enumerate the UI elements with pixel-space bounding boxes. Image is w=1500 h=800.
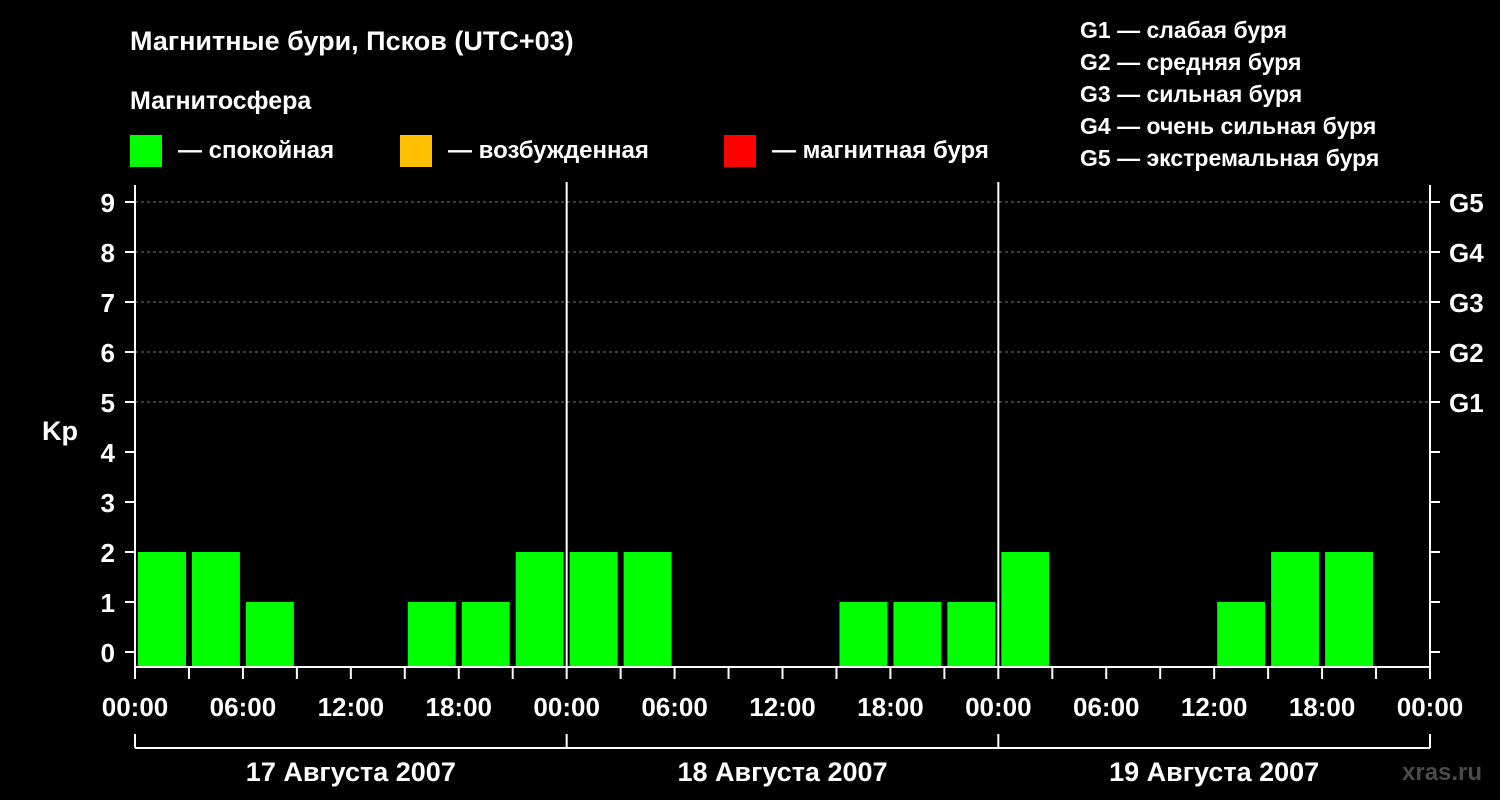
bar-22: [1325, 552, 1374, 667]
x-tick-label-4: 00:00: [533, 692, 600, 722]
bar-9: [623, 552, 672, 667]
x-tick-label-12: 00:00: [1397, 692, 1464, 722]
x-tick-label-3: 18:00: [426, 692, 493, 722]
bar-5: [407, 602, 456, 667]
bar-2: [245, 602, 294, 667]
y-tick-label-7: 7: [101, 288, 115, 318]
bar-20: [1217, 602, 1266, 667]
legend-swatch-quiet: [130, 135, 162, 167]
y-tick-label-2: 2: [101, 538, 115, 568]
bar-14: [893, 602, 942, 667]
x-axis: 00:00 06:00 12:00 18:00 00:00 06:00 12:00 18:00…: [102, 667, 1464, 722]
y-tick-label-3: 3: [101, 488, 115, 518]
chart-title: Магнитные бури, Псков (UTC+03): [130, 26, 574, 56]
storm-legend-g1: G1 — слабая буря: [1080, 17, 1287, 43]
bar-7: [515, 552, 564, 667]
day-labels: 17 Августа 2007 18 Августа 2007 19 Августа…: [134, 734, 1431, 787]
y-tick-label-5: 5: [101, 388, 115, 418]
x-tick-label-0: 00:00: [102, 692, 169, 722]
storm-legend-g2: G2 — средняя буря: [1080, 49, 1301, 75]
plot-frame: [134, 182, 1431, 668]
y-tick-label-6: 6: [101, 338, 115, 368]
y-axis: 0 1 2 3 4 5 6 7 8 9: [101, 188, 135, 668]
y-axis-label: Kp: [42, 416, 78, 446]
x-tick-label-7: 18:00: [857, 692, 924, 722]
right-tick-label-G1: G1: [1449, 388, 1484, 418]
x-tick-label-10: 12:00: [1181, 692, 1248, 722]
bar-16: [1001, 552, 1050, 667]
x-tick-label-1: 06:00: [210, 692, 277, 722]
bar-1: [191, 552, 240, 667]
x-tick-label-6: 12:00: [749, 692, 816, 722]
state-legend: — спокойная — возбужденная — магнитная б…: [130, 135, 989, 167]
bar-6: [461, 602, 510, 667]
y-tick-label-4: 4: [101, 438, 116, 468]
day-label-2: 19 Августа 2007: [1109, 757, 1319, 787]
right-tick-label-G5: G5: [1449, 188, 1484, 218]
y-tick-label-0: 0: [101, 638, 115, 668]
legend-swatch-storm: [724, 135, 756, 167]
right-tick-label-G2: G2: [1449, 338, 1484, 368]
day-label-1: 18 Августа 2007: [677, 757, 887, 787]
storm-legend-g5: G5 — экстремальная буря: [1080, 145, 1379, 171]
storm-level-legend: G1 — слабая буря G2 — средняя буря G3 — …: [1080, 17, 1379, 171]
grid-lines: [135, 201, 1430, 403]
x-tick-label-11: 18:00: [1289, 692, 1356, 722]
y-tick-label-8: 8: [101, 238, 115, 268]
storm-legend-g3: G3 — сильная буря: [1080, 81, 1302, 107]
legend-label-active: — возбужденная: [448, 137, 649, 164]
bar-15: [947, 602, 996, 667]
bars: [138, 552, 1374, 667]
y-tick-label-9: 9: [101, 188, 115, 218]
right-tick-label-G4: G4: [1449, 238, 1484, 268]
day-label-0: 17 Августа 2007: [246, 757, 456, 787]
x-tick-label-8: 00:00: [965, 692, 1032, 722]
bar-8: [569, 552, 618, 667]
storm-legend-g4: G4 — очень сильная буря: [1080, 113, 1376, 139]
right-axis: G1 G2 G3 G4 G5: [1430, 188, 1484, 653]
bar-0: [138, 552, 186, 667]
x-tick-label-2: 12:00: [318, 692, 385, 722]
x-tick-label-9: 06:00: [1073, 692, 1140, 722]
right-tick-label-G3: G3: [1449, 288, 1484, 318]
y-tick-label-1: 1: [101, 588, 115, 618]
bar-13: [839, 602, 888, 667]
legend-label-storm: — магнитная буря: [772, 137, 989, 164]
x-tick-label-5: 06:00: [641, 692, 708, 722]
legend-title: Магнитосфера: [130, 87, 312, 115]
kp-chart: Магнитные бури, Псков (UTC+03) Магнитосф…: [42, 17, 1484, 787]
watermark: xras.ru: [1402, 759, 1482, 786]
legend-swatch-active: [400, 135, 432, 167]
legend-label-quiet: — спокойная: [178, 137, 334, 164]
bar-21: [1271, 552, 1320, 667]
